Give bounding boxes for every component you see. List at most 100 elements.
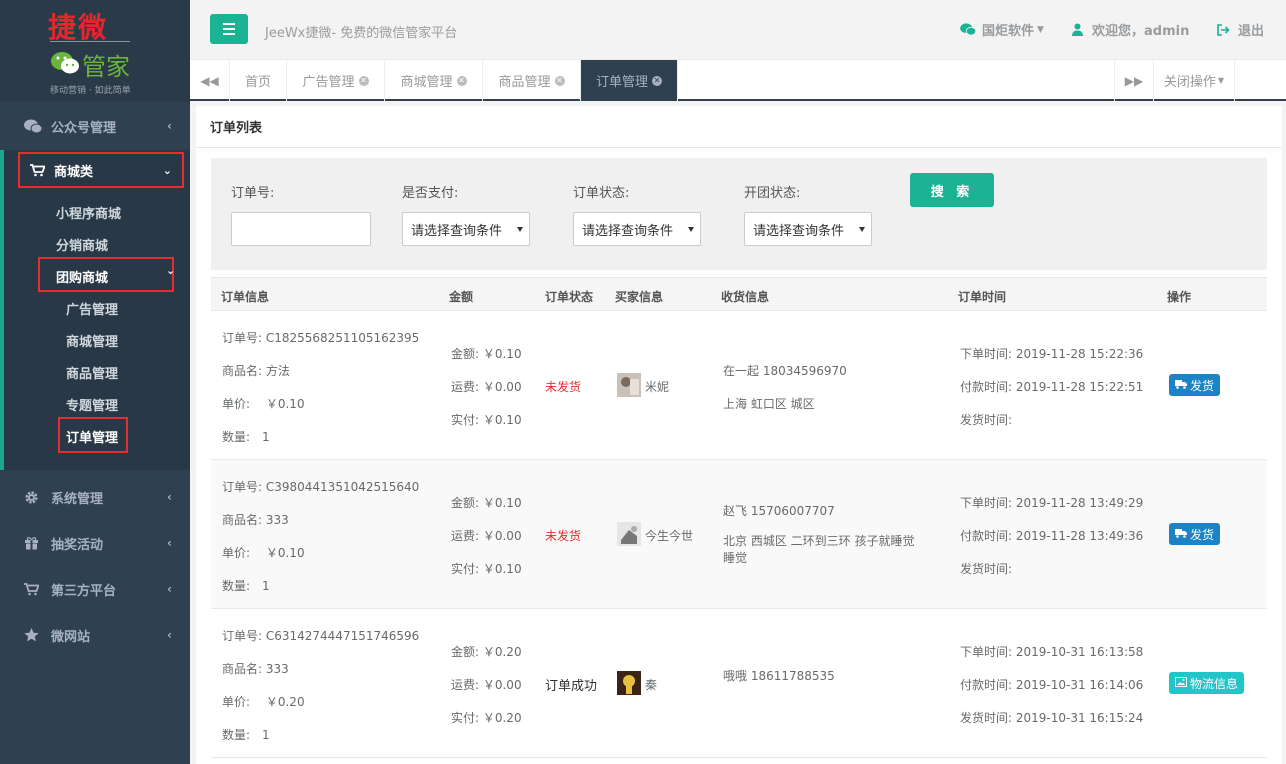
sidebar-sub-topic-manage[interactable]: 专题管理 — [66, 395, 118, 414]
ship-button[interactable]: 发货 — [1169, 374, 1221, 396]
sidebar-sub-mall-manage[interactable]: 商城管理 — [66, 331, 118, 350]
close-icon[interactable]: ✕ — [456, 75, 467, 86]
wechat-icon — [960, 23, 976, 36]
product-name: 商品名: 方法 — [222, 364, 290, 378]
tab-scroll-left-button[interactable]: ◀◀ — [190, 60, 230, 101]
logo-divider — [50, 41, 130, 42]
pay-time: 付款时间: 2019-11-28 13:49:36 — [960, 529, 1144, 543]
ship-time: 发货时间: — [960, 413, 1013, 427]
buyer-name: 秦 — [645, 678, 658, 692]
sidebar-sub-mini-mall[interactable]: 小程序商城 — [56, 203, 121, 222]
panel-title: 订单列表 — [210, 121, 263, 136]
table-row: 订单号: C1825568251105162395 商品名: 方法 单价: ￥0… — [211, 311, 1267, 460]
ship-time: 发货时间: — [960, 562, 1013, 576]
select-value: 请选择查询条件 — [582, 223, 674, 239]
tab-ad-manage[interactable]: 广告管理 ✕ — [287, 60, 385, 101]
receiver: 哦哦 18611788535 — [723, 669, 835, 683]
sidebar-sub-ad-manage[interactable]: 广告管理 — [66, 299, 118, 318]
logistics-button[interactable]: 物流信息 — [1169, 672, 1245, 694]
order-no-input[interactable] — [231, 212, 371, 246]
tab-label: 广告管理 — [302, 75, 355, 90]
image-icon — [1175, 676, 1187, 690]
sidebar-item-label: 公众号管理 — [51, 120, 117, 136]
sidebar-sub-product-manage[interactable]: 商品管理 — [66, 363, 118, 382]
tab-label: 首页 — [244, 75, 271, 90]
sidebar-item-official-account[interactable]: 公众号管理 ‹ — [0, 106, 190, 146]
ship-button[interactable]: 发货 — [1169, 523, 1221, 545]
receiver: 赵飞 15706007707 — [723, 504, 835, 518]
chevron-down-icon: ⌄ — [166, 264, 176, 277]
tab-home[interactable]: 首页 — [230, 60, 287, 101]
close-icon[interactable]: ✕ — [554, 75, 565, 86]
order-no: 订单号: C3980441351042515640 — [222, 480, 420, 494]
truck-icon — [1175, 378, 1187, 392]
site-title: JeeWx捷微- 免费的微信管家平台 — [265, 26, 458, 41]
paid-select[interactable]: 请选择查询条件 — [402, 212, 530, 246]
freight: 运费: ￥0.00 — [451, 529, 522, 543]
caret-down-icon: ▼ — [1217, 76, 1225, 85]
ship-time: 发货时间: 2019-10-31 16:15:24 — [960, 711, 1144, 725]
buyer-avatar — [617, 522, 641, 546]
order-no: 订单号: C6314274447151746596 — [222, 629, 420, 643]
sidebar-item-system[interactable]: 系统管理 ‹ — [0, 474, 190, 520]
sidebar-sub-group-mall[interactable]: 团购商城 — [56, 267, 108, 286]
search-button[interactable]: 搜 索 — [910, 173, 994, 207]
order-no-label: 订单号: — [231, 186, 275, 201]
tab-mall-manage[interactable]: 商城管理 ✕ — [385, 60, 483, 101]
company-dropdown[interactable]: 国炬软件 ▼ — [960, 20, 1044, 39]
logout-button[interactable]: 退出 — [1217, 20, 1264, 39]
sign-out-icon — [1217, 23, 1230, 36]
tab-product-manage[interactable]: 商品管理 ✕ — [483, 60, 581, 101]
order-time: 下单时间: 2019-11-28 15:22:36 — [960, 347, 1144, 361]
tab-bar: ◀◀ 首页 广告管理 ✕ 商城管理 ✕ 商品管理 ✕ 订单管理 ✕ ▶▶ 关闭操作 ▼ — [190, 60, 1286, 101]
table-row: 订单号: C6314274447151746596 商品名: 333 单价: ￥… — [211, 609, 1267, 758]
group-status-label: 开团状态: — [744, 186, 801, 201]
column-header: 买家信息 — [615, 290, 664, 304]
sidebar-sub-order-manage[interactable]: 订单管理 — [66, 427, 118, 446]
table-row: 订单号: C3980441351042515640 商品名: 333 单价: ￥… — [211, 460, 1267, 609]
paid-amount: 实付: ￥0.20 — [451, 711, 522, 725]
column-header: 订单状态 — [545, 290, 594, 304]
truck-icon — [1175, 527, 1187, 541]
sidebar-item-mall-category[interactable]: 商城类 ⌄ — [18, 152, 184, 188]
column-header: 操作 — [1167, 290, 1192, 304]
sidebar-item-micro-site[interactable]: 微网站 ‹ — [0, 612, 190, 658]
sidebar: 捷微 管家 移动营销 · 如此简单 公众号管理 ‹ 商城类 ⌄ 小程序商城 分销… — [0, 0, 190, 764]
group-status-select[interactable]: 请选择查询条件 — [744, 212, 872, 246]
tab-label: 关闭操作 — [1163, 75, 1216, 90]
sidebar-item-lottery[interactable]: 抽奖活动 ‹ — [0, 520, 190, 566]
sidebar-item-label: 抽奖活动 — [51, 537, 104, 553]
status-select[interactable]: 请选择查询条件 — [573, 212, 701, 246]
pay-time: 付款时间: 2019-10-31 16:14:06 — [960, 678, 1144, 692]
button-label: 发货 — [1190, 378, 1215, 393]
unit-price: 单价: ￥0.20 — [222, 695, 305, 709]
close-icon[interactable]: ✕ — [652, 75, 662, 86]
buyer-name: 今生今世 — [645, 529, 694, 543]
logo-sub-text: 管家 — [82, 53, 130, 81]
caret-down-icon — [688, 227, 694, 232]
amount: 金额: ￥0.20 — [451, 645, 522, 659]
buyer-name: 米妮 — [645, 380, 670, 394]
button-label: 物流信息 — [1190, 676, 1239, 691]
menu-toggle-button[interactable] — [210, 14, 248, 44]
order-no: 订单号: C1825568251105162395 — [222, 331, 420, 345]
wechat-icon — [24, 119, 44, 134]
sidebar-sub-distribution-mall[interactable]: 分销商城 — [56, 235, 108, 254]
sidebar-item-label: 系统管理 — [51, 491, 104, 507]
caret-down-icon — [859, 227, 865, 232]
select-value: 请选择查询条件 — [411, 223, 503, 239]
tab-order-manage[interactable]: 订单管理 ✕ — [581, 60, 678, 101]
tab-label: 商品管理 — [498, 75, 551, 90]
chevron-left-icon: ‹ — [167, 536, 172, 550]
close-operations-dropdown[interactable]: 关闭操作 ▼ — [1154, 60, 1235, 101]
hamburger-icon — [223, 23, 235, 25]
paid-amount: 实付: ￥0.10 — [451, 413, 522, 427]
column-header: 金额 — [449, 290, 474, 304]
tab-scroll-right-button[interactable]: ▶▶ — [1114, 60, 1154, 101]
company-name: 国炬软件 — [982, 24, 1035, 39]
select-value: 请选择查询条件 — [753, 223, 845, 239]
sidebar-item-third-party[interactable]: 第三方平台 ‹ — [0, 566, 190, 612]
logo-slogan: 移动营销 · 如此简单 — [50, 86, 131, 96]
quantity: 数量: 1 — [222, 430, 270, 444]
close-icon[interactable]: ✕ — [358, 75, 369, 86]
